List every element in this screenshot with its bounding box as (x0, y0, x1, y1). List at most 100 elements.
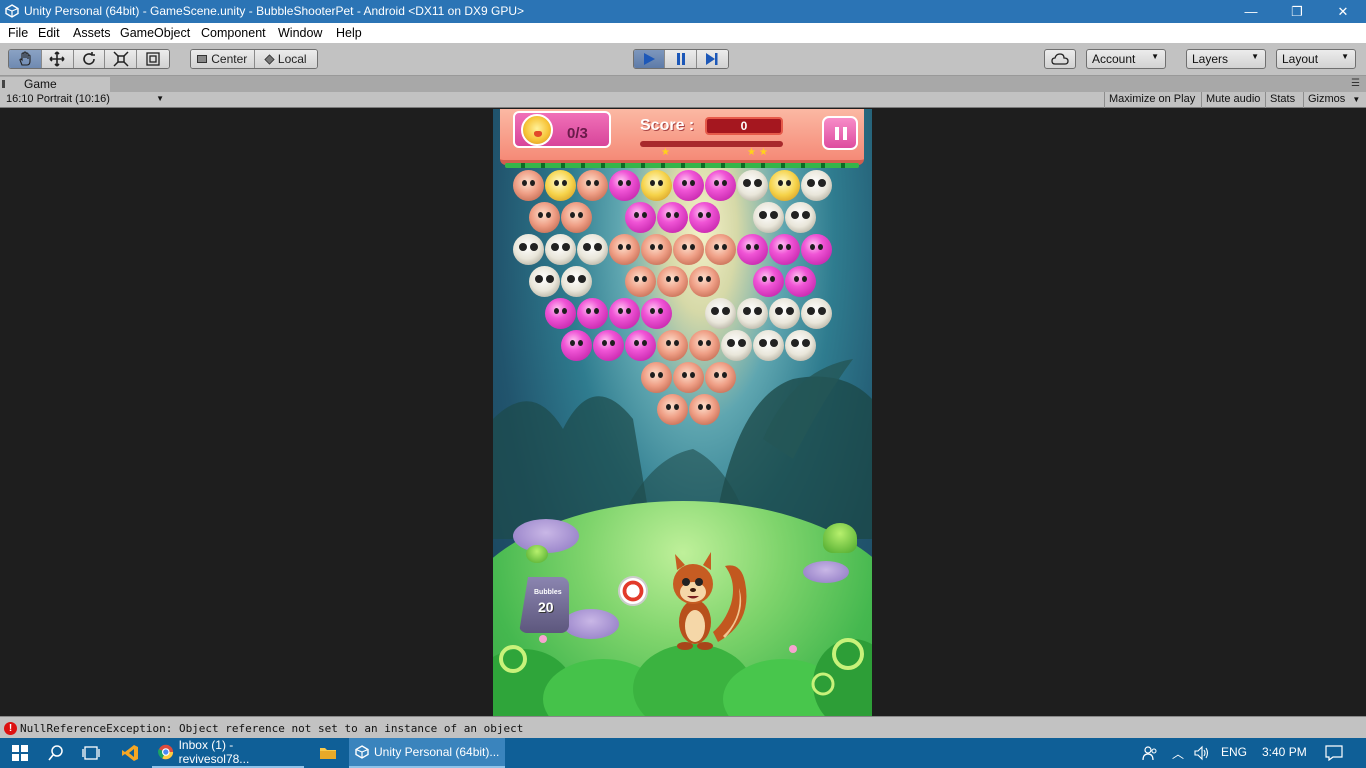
rect-transform-icon (146, 52, 160, 66)
account-dropdown[interactable]: Account ▼ (1086, 49, 1166, 69)
star-icon: ★ (661, 147, 670, 158)
people-icon[interactable] (1142, 745, 1158, 761)
cactus-ball (526, 545, 548, 563)
layers-dropdown[interactable]: Layers ▼ (1186, 49, 1266, 69)
ceiling-bar (505, 163, 859, 168)
volume-icon[interactable] (1194, 745, 1210, 761)
menu-window[interactable]: Window (278, 26, 322, 40)
restore-button[interactable]: ❐ (1274, 0, 1320, 23)
scale-tool-button[interactable] (105, 50, 138, 68)
pink-bubble (673, 170, 704, 201)
monkey-bubble (673, 362, 704, 393)
play-button[interactable] (634, 50, 666, 68)
caret-down-icon: ▼ (1251, 52, 1259, 61)
step-button[interactable] (696, 50, 728, 68)
chrome-icon (158, 744, 174, 760)
pink-bubble (785, 266, 816, 297)
taskbar-app-chrome[interactable]: Inbox (1) - revivesol78... (152, 738, 304, 768)
bird-bubble (641, 170, 672, 201)
rotate-tool-button[interactable] (73, 50, 106, 68)
file-explorer-button[interactable] (316, 738, 340, 768)
visual-studio-button[interactable] (118, 738, 142, 768)
menu-assets[interactable]: Assets (73, 26, 111, 40)
cloud-icon (1051, 53, 1069, 65)
pink-bubble (609, 298, 640, 329)
pink-bubble (561, 330, 592, 361)
panda-bubble (785, 202, 816, 233)
menu-component[interactable]: Component (201, 26, 266, 40)
squirrel-character (673, 552, 747, 650)
panda-bubble (545, 234, 576, 265)
monkey-bubble (673, 234, 704, 265)
monkey-bubble (625, 266, 656, 297)
move-tool-button[interactable] (41, 50, 74, 68)
cactus-ball (823, 523, 857, 553)
caret-down-icon: ▼ (1151, 52, 1159, 61)
task-view-icon (82, 746, 100, 760)
pink-bubble (545, 298, 576, 329)
pause-button[interactable] (665, 50, 697, 68)
game-tab-bar: Game ☰ (0, 76, 1366, 92)
menu-help[interactable]: Help (336, 26, 362, 40)
bird-icon (521, 114, 553, 146)
notification-icon[interactable] (1325, 745, 1343, 761)
minimize-button[interactable]: — (1228, 0, 1274, 23)
pause-icon (676, 53, 685, 65)
bird-bubble (769, 170, 800, 201)
panda-bubble (705, 298, 736, 329)
rect-tool-button[interactable] (137, 50, 169, 68)
rotate-icon (83, 52, 95, 65)
pink-bubble (609, 170, 640, 201)
start-button[interactable] (8, 738, 32, 768)
pink-bubble (641, 298, 672, 329)
pink-bubble (657, 202, 688, 233)
panda-bubble (577, 234, 608, 265)
pivot-local-button[interactable]: Local (254, 50, 317, 68)
menu-gameobject[interactable]: GameObject (120, 26, 190, 40)
account-label: Account (1092, 52, 1136, 66)
pivot-center-button[interactable]: Center (191, 50, 255, 68)
step-icon (706, 53, 718, 65)
search-icon (48, 745, 63, 761)
swap-bubble-button[interactable] (618, 576, 648, 606)
game-hud: 0/3 Score : 0 ★ ★ ★ (500, 109, 864, 165)
menu-file[interactable]: File (8, 26, 28, 40)
panda-bubble (769, 298, 800, 329)
monkey-bubble (513, 170, 544, 201)
aspect-ratio-dropdown[interactable]: 16:10 Portrait (10:16) ▼ (6, 93, 166, 107)
folder-icon (320, 748, 336, 759)
panda-bubble (561, 266, 592, 297)
game-screen[interactable]: 0/3 Score : 0 ★ ★ ★ Bubbles 20 (493, 109, 872, 716)
taskbar-app-unity[interactable]: Unity Personal (64bit)... (349, 738, 505, 768)
bubbles-count: 20 (538, 599, 554, 615)
cloud-button[interactable] (1044, 49, 1076, 69)
cube-icon (264, 53, 275, 65)
transform-tools (8, 49, 170, 69)
tab-game[interactable]: Game (0, 77, 110, 92)
chevron-up-icon[interactable]: ︿ (1172, 745, 1184, 762)
stats-toggle[interactable]: Stats (1265, 92, 1299, 108)
menu-edit[interactable]: Edit (38, 26, 60, 40)
target-panel: 0/3 (513, 111, 611, 148)
monkey-bubble (529, 202, 560, 233)
search-button[interactable] (44, 738, 68, 768)
console-status-bar[interactable]: ! NullReferenceException: Object referen… (0, 716, 1366, 738)
close-button[interactable]: ✕ (1320, 0, 1366, 23)
gizmos-dropdown[interactable]: Gizmos ▼ (1303, 92, 1364, 108)
maximize-on-play-toggle[interactable]: Maximize on Play (1104, 92, 1199, 108)
system-clock[interactable]: 3:40 PM (1262, 745, 1307, 759)
panel-menu-icon[interactable]: ☰ (1351, 78, 1360, 89)
caret-down-icon: ▼ (156, 94, 164, 103)
hand-tool-button[interactable] (9, 50, 42, 68)
monkey-bubble (689, 330, 720, 361)
layout-dropdown[interactable]: Layout ▼ (1276, 49, 1356, 69)
bird-bubble (545, 170, 576, 201)
pause-game-button[interactable] (822, 116, 858, 150)
pivot-center-label: Center (211, 52, 248, 66)
monkey-bubble (561, 202, 592, 233)
mute-audio-toggle[interactable]: Mute audio (1201, 92, 1264, 108)
task-view-button[interactable] (79, 738, 103, 768)
monkey-bubble (657, 330, 688, 361)
toolbar: Center Local Account ▼ Layers ▼ Layout ▼ (0, 43, 1366, 76)
language-indicator[interactable]: ENG (1221, 745, 1247, 759)
